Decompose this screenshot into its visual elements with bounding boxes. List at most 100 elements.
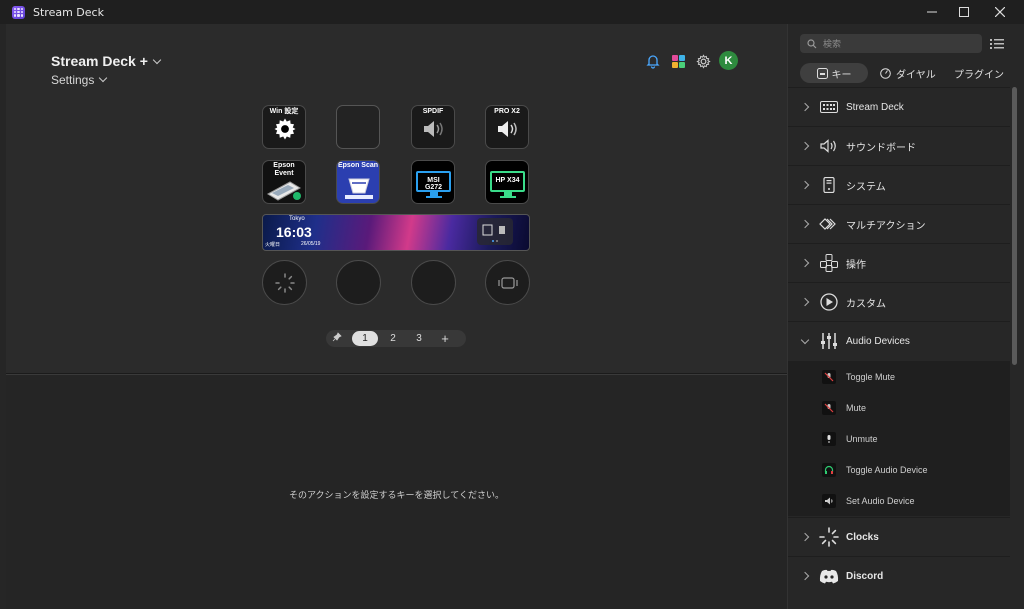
dial-1[interactable] [262,260,307,305]
action-set-audio-device[interactable]: Set Audio Device [788,485,1010,516]
device-settings-dropdown[interactable]: Settings [51,73,108,87]
multi-action-icon [819,214,839,234]
category-label: サウンドボード [846,142,916,154]
chevron-right-icon [800,532,810,542]
gear-icon [274,118,296,140]
stream-deck-app-icon [12,5,25,19]
category-system[interactable]: システム [788,165,1010,204]
key-label: MSI G272 [424,177,443,191]
tab-dial[interactable]: ダイヤル [880,63,936,83]
action-label: Toggle Audio Device [846,464,928,475]
category-stream-deck[interactable]: Stream Deck [788,87,1010,126]
tab-plugins[interactable]: プラグイン [954,63,1004,83]
dial-2[interactable] [336,260,381,305]
notification-bell-icon[interactable] [644,52,662,70]
key-label: HP X34 [495,177,520,184]
category-operation[interactable]: 操作 [788,243,1010,282]
sidebar-scrollbar[interactable] [1012,87,1017,365]
empty-state-message: そのアクションを設定するキーを選択してください。 [288,491,504,501]
category-label: Audio Devices [846,335,910,347]
category-audio-devices[interactable]: Audio Devices [788,321,1010,360]
maximize-icon [959,7,969,17]
clock-time: 16:03 [276,224,312,240]
pin-icon[interactable] [326,332,348,345]
speaker-icon [819,136,839,156]
dial-3[interactable] [411,260,456,305]
key-spdif[interactable]: SPDIF [411,105,455,149]
tab-keys[interactable]: キー [800,63,868,83]
chevron-right-icon [800,141,810,151]
page-1-button[interactable]: 1 [352,331,378,346]
key-label: Epson Event [273,162,295,177]
list-view-icon[interactable] [990,36,1004,50]
action-label: Toggle Mute [846,371,896,382]
device-selector[interactable]: Stream Deck + [51,53,162,69]
action-mute[interactable]: Mute [788,392,1010,423]
search-placeholder: 検索 [823,40,842,50]
gear-icon[interactable] [694,52,712,70]
category-label: Stream Deck [846,101,904,113]
chevron-down-icon [152,55,162,65]
action-label: Mute [846,402,867,413]
action-label: Set Audio Device [846,495,915,506]
headset-icon [822,462,836,477]
search-icon [807,38,817,48]
mic-mute-icon [822,400,836,415]
add-page-button[interactable]: + [434,331,456,346]
chevron-right-icon [800,102,810,112]
page-3-button[interactable]: 3 [408,333,430,344]
key-win-settings[interactable]: Win 設定 [262,105,306,149]
monitor-icon: HP X34 [490,171,525,192]
action-toggle-audio-device[interactable]: Toggle Audio Device [788,454,1010,485]
close-icon [995,7,1005,17]
category-custom[interactable]: カスタム [788,282,1010,321]
maximize-button[interactable] [947,0,981,24]
control-icon [819,253,839,273]
key-epson-event[interactable]: Epson Event [262,160,306,204]
action-toggle-mute[interactable]: Toggle Mute [788,361,1010,392]
avatar[interactable]: K [719,51,738,70]
key-msi-g272[interactable]: MSI G272 [411,160,455,204]
title-bar: Stream Deck [0,0,1024,24]
action-label: Unmute [846,433,878,444]
mic-mute-icon [822,369,836,384]
key-icon [816,67,828,79]
dial-icon [880,67,891,79]
tab-label: プラグイン [954,69,1004,81]
touch-strip[interactable]: Tokyo 16:03 火曜日 26/05/19 [262,214,530,251]
touch-strip-widget [477,218,513,245]
category-clocks[interactable]: Clocks [788,517,1010,556]
marketplace-icon[interactable] [669,52,687,70]
page-2-button[interactable]: 2 [382,333,404,344]
close-button[interactable] [983,0,1017,24]
key-empty[interactable] [336,105,380,149]
category-soundboard[interactable]: サウンドボード [788,126,1010,165]
key-label: SPDIF [422,108,444,115]
property-inspector: そのアクションを設定するキーを選択してください。 [6,374,787,609]
touch-dial-icon [497,276,518,289]
actions-sidebar: 検索 キー ダイヤル プラグイン Stream Deck サウンドボード システ… [787,24,1024,609]
category-multi-action[interactable]: マルチアクション [788,204,1010,243]
minimize-icon [927,11,937,13]
search-input[interactable]: 検索 [800,34,982,53]
key-pro-x2[interactable]: PRO X2 [485,105,529,149]
category-label: 操作 [846,259,866,271]
action-unmute[interactable]: Unmute [788,423,1010,454]
category-discord[interactable]: Discord [788,556,1010,595]
computer-tower-icon [819,175,839,195]
clock-day: 火曜日 [265,242,281,248]
monitor-icon: MSI G272 [416,171,451,192]
loading-spinner-icon [274,272,295,293]
minimize-button[interactable] [915,0,949,24]
tab-label: キー [831,69,852,81]
dial-4[interactable] [485,260,530,305]
chevron-right-icon [800,297,810,307]
device-name: Stream Deck + [51,53,148,69]
clock-date: 26/05/19 [301,241,321,247]
keypad-icon [819,97,839,117]
key-epson-scan[interactable]: Epson Scan [336,160,380,204]
speaker-icon [498,121,517,137]
chevron-right-icon [800,571,810,581]
key-hp-x34[interactable]: HP X34 [485,160,529,204]
key-label: PRO X2 [494,108,520,115]
